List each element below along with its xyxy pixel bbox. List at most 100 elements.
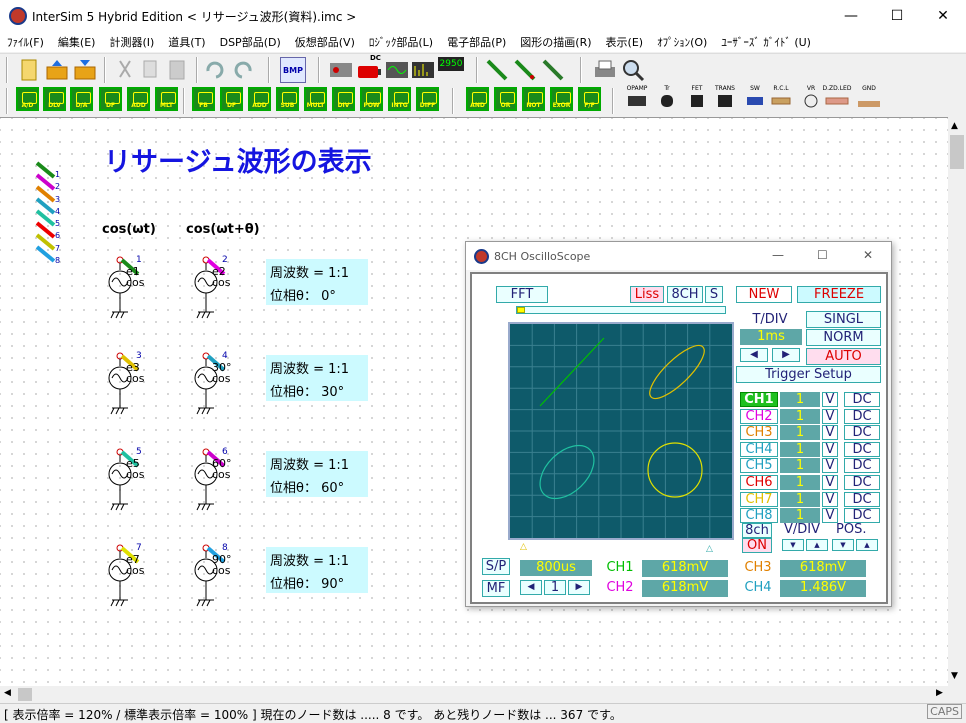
menu-file[interactable]: ﾌｧｲﾙ(F) — [0, 32, 51, 52]
freeze-button[interactable]: FREEZE — [797, 286, 881, 303]
time-position-handle[interactable] — [517, 307, 525, 313]
channel-coupling-button[interactable]: DC — [844, 475, 880, 490]
new-button[interactable]: NEW — [736, 286, 792, 303]
time-position-slider[interactable] — [516, 306, 726, 314]
menu-virtual[interactable]: 仮想部品(V) — [288, 32, 362, 52]
channel-coupling-button[interactable]: DC — [844, 441, 880, 457]
print-icon[interactable] — [592, 57, 618, 83]
pos-up-button[interactable]: ▲ — [856, 539, 878, 551]
channel-label[interactable]: CH3 — [740, 425, 778, 441]
mf-button[interactable]: MF — [482, 580, 510, 597]
horizontal-scroll-thumb[interactable] — [18, 688, 32, 701]
8ch-toggle-label[interactable]: 8ch — [742, 523, 772, 538]
fet-button[interactable]: FET — [682, 85, 712, 113]
logic-or-button[interactable]: OR — [494, 87, 517, 111]
virtual-div-button[interactable]: DIV — [332, 87, 355, 111]
channel-label[interactable]: CH4 — [740, 441, 778, 457]
probe-tool-2-icon[interactable] — [512, 57, 538, 83]
menu-draw[interactable]: 図形の描画(R) — [513, 32, 598, 52]
dsp-mult-button[interactable]: MLT — [155, 87, 178, 111]
logic-exor-button[interactable]: ExOR — [550, 87, 573, 111]
page-prev-button[interactable]: ◀ — [520, 580, 542, 595]
scroll-right-icon[interactable]: ▶ — [936, 688, 943, 698]
channel-label[interactable]: CH7 — [740, 491, 778, 507]
virtual-pow-button[interactable]: POW — [360, 87, 383, 111]
pos-down-button[interactable]: ▼ — [832, 539, 854, 551]
feedback-button[interactable]: FB — [192, 87, 215, 111]
scroll-left-icon[interactable]: ◀ — [4, 688, 11, 698]
pen-tool-icon[interactable] — [540, 57, 566, 83]
horizontal-scrollbar[interactable]: ◀ ▶ — [0, 686, 948, 703]
virtual-diff-button[interactable]: DIFF — [416, 87, 439, 111]
copy-icon[interactable] — [138, 57, 164, 83]
menu-view[interactable]: 表示(E) — [599, 32, 651, 52]
channel-coupling-button[interactable]: DC — [844, 408, 880, 424]
menu-logic[interactable]: ﾛｼﾞｯｸ部品(L) — [362, 32, 440, 52]
vdiv-up-button[interactable]: ▲ — [806, 539, 828, 551]
virtual-add-button[interactable]: ADD — [248, 87, 271, 111]
vdiv-down-button[interactable]: ▼ — [782, 539, 804, 551]
menu-options[interactable]: ｵﾌﾟｼｮﾝ(O) — [650, 32, 714, 52]
digital-meter-icon[interactable]: 2950 — [438, 57, 464, 71]
opamp-button[interactable]: OPAMP — [622, 85, 652, 113]
trigger-setup-button[interactable]: Trigger Setup — [736, 366, 881, 383]
gnd-button[interactable]: GND — [854, 85, 884, 113]
virtual-intg-button[interactable]: INTG — [388, 87, 411, 111]
channel-label[interactable]: CH2 — [740, 408, 778, 424]
8ch-on-button[interactable]: ON — [742, 538, 772, 553]
diode-button[interactable]: D.ZD.LED — [822, 85, 852, 113]
logic-not-button[interactable]: NOT — [522, 87, 545, 111]
norm-button[interactable]: NORM — [806, 329, 881, 346]
logic-ff-button[interactable]: F/F — [578, 87, 601, 111]
menu-electronic[interactable]: 電子部品(P) — [440, 32, 513, 52]
liss-button[interactable]: Liss — [630, 286, 664, 303]
dsp-add-button[interactable]: ADD — [127, 87, 150, 111]
redo-icon[interactable] — [230, 57, 256, 83]
signal-generator-icon[interactable] — [328, 57, 354, 83]
menu-edit[interactable]: 編集(E) — [51, 32, 103, 52]
menu-dsp[interactable]: DSP部品(D) — [213, 32, 288, 52]
channel-coupling-button[interactable]: DC — [844, 508, 880, 524]
singl-button[interactable]: SINGL — [806, 311, 881, 328]
scope-minimize-button[interactable]: — — [772, 248, 784, 262]
scroll-up-icon[interactable]: ▲ — [951, 121, 958, 131]
scope-maximize-button[interactable]: ☐ — [817, 248, 828, 262]
minimize-button[interactable]: — — [828, 0, 874, 32]
open-folder-icon[interactable] — [44, 57, 70, 83]
oscilloscope-window[interactable]: 8CH OscilloScope — ☐ ✕ FFT Liss 8CH S NE… — [465, 241, 892, 607]
da-converter-button[interactable]: D/A — [70, 87, 93, 111]
cut-icon[interactable] — [112, 57, 138, 83]
page-next-button[interactable]: ▶ — [568, 580, 590, 595]
close-button[interactable]: ✕ — [920, 0, 966, 32]
bmp-export-button[interactable]: BMP — [280, 57, 306, 83]
8ch-button[interactable]: 8CH — [667, 286, 703, 303]
auto-button[interactable]: AUTO — [806, 348, 881, 365]
channel-label[interactable]: CH5 — [740, 458, 778, 474]
probe-tool-icon[interactable] — [484, 57, 510, 83]
menu-guide[interactable]: ﾕｰｻﾞｰｽﾞ ｶﾞｲﾄﾞ (U) — [714, 32, 818, 52]
scope-close-button[interactable]: ✕ — [863, 248, 873, 262]
digital-filter-button[interactable]: DF — [99, 87, 122, 111]
channel-label[interactable]: CH8 — [740, 508, 778, 524]
tdiv-increase-button[interactable]: ▶ — [772, 348, 800, 362]
save-folder-icon[interactable] — [72, 57, 98, 83]
tdiv-decrease-button[interactable]: ◀ — [740, 348, 768, 362]
logic-and-button[interactable]: AND — [466, 87, 489, 111]
virtual-mult-button[interactable]: MULT — [304, 87, 327, 111]
fft-button[interactable]: FFT — [496, 286, 548, 303]
menu-tools[interactable]: 道具(T) — [161, 32, 212, 52]
transistor-button[interactable]: Tr — [652, 85, 682, 113]
scroll-down-icon[interactable]: ▼ — [951, 671, 958, 681]
channel-label[interactable]: CH6 — [740, 475, 778, 490]
channel-coupling-button[interactable]: DC — [844, 392, 880, 407]
channel-coupling-button[interactable]: DC — [844, 458, 880, 474]
trans-button[interactable]: TRANS — [710, 85, 740, 113]
virtual-df-button[interactable]: DF — [220, 87, 243, 111]
channel-coupling-button[interactable]: DC — [844, 425, 880, 441]
ad-converter-button[interactable]: A/D — [16, 87, 39, 111]
channel-coupling-button[interactable]: DC — [844, 491, 880, 507]
rcl-button[interactable]: R.C.L — [766, 85, 796, 113]
sp-button[interactable]: S/P — [482, 558, 510, 575]
oscilloscope-icon[interactable] — [384, 57, 410, 83]
vertical-scrollbar[interactable]: ▲ ▼ — [948, 117, 966, 686]
